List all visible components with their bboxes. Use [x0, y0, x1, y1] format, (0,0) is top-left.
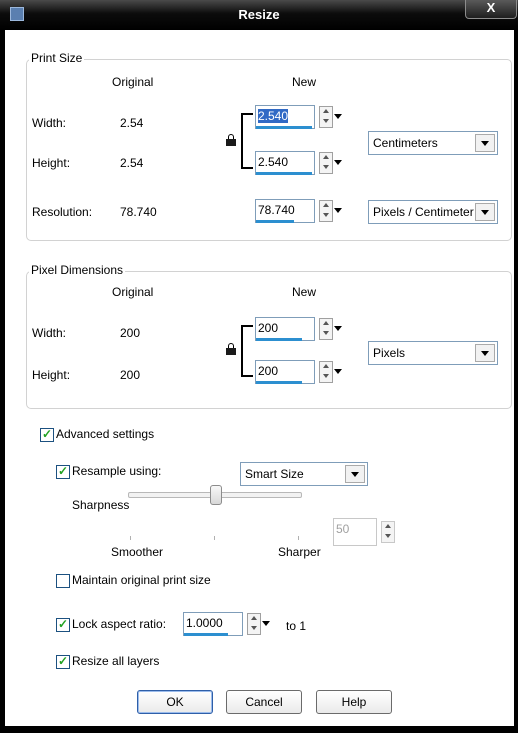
pixel-width-bar: [256, 338, 302, 341]
resample-method-select[interactable]: Smart Size: [240, 462, 368, 486]
lock-aspect-checkbox[interactable]: [56, 617, 70, 632]
print-height-spinner[interactable]: 2.540: [255, 151, 343, 175]
advanced-settings-label: Advanced settings: [56, 427, 155, 441]
chevron-down-icon[interactable]: [345, 465, 365, 483]
pixel-new-header: New: [292, 285, 317, 299]
print-lock-icon[interactable]: [226, 134, 236, 146]
pixel-width-dropdown-icon[interactable]: [334, 326, 342, 331]
pixel-height-bar: [256, 381, 302, 384]
title-bar[interactable]: Resize X: [0, 0, 518, 30]
print-height-bar: [256, 172, 312, 175]
pixel-width-arrows-icon[interactable]: [319, 318, 333, 340]
resolution-dropdown-icon[interactable]: [334, 208, 342, 213]
pixel-height-arrows-icon[interactable]: [319, 361, 333, 383]
print-height-arrows-icon[interactable]: [319, 152, 333, 174]
pixel-original-header: Original: [112, 285, 154, 299]
aspect-dropdown-icon[interactable]: [262, 621, 270, 626]
sharpness-slider-thumb[interactable]: [210, 485, 222, 505]
aspect-ratio-bar: [184, 633, 228, 636]
aspect-ratio-spinner[interactable]: 1.0000: [183, 612, 271, 636]
aspect-suffix: to 1: [286, 619, 307, 633]
print-height-label: Height:: [32, 156, 71, 170]
print-link-bracket: [241, 113, 253, 169]
pixel-height-label: Height:: [32, 368, 71, 382]
maintain-print-size-checkbox[interactable]: [56, 574, 70, 588]
pixel-height-spinner[interactable]: 200: [255, 360, 343, 384]
sharpness-arrows-icon: [381, 521, 395, 543]
print-width-arrows-icon[interactable]: [319, 106, 333, 128]
cancel-button[interactable]: Cancel: [226, 690, 302, 714]
resample-label: Resample using:: [72, 464, 162, 478]
print-width-bar: [256, 126, 312, 129]
window-title: Resize: [238, 7, 280, 22]
pixel-width-original: 200: [120, 326, 141, 340]
pixel-lock-icon[interactable]: [226, 343, 236, 355]
resolution-original: 78.740: [120, 205, 157, 219]
pixel-dimensions-legend: Pixel Dimensions: [29, 263, 126, 277]
pixel-unit-select[interactable]: Pixels: [368, 341, 498, 365]
print-unit-select[interactable]: Centimeters: [368, 131, 498, 155]
pixel-height-dropdown-icon[interactable]: [334, 369, 342, 374]
close-button[interactable]: X: [465, 0, 517, 19]
resolution-bar: [256, 220, 294, 223]
pixel-link-bracket: [241, 325, 253, 377]
sharpness-value-spinner: 50: [333, 518, 421, 546]
sharpness-label: Sharpness: [72, 498, 130, 512]
print-width-spinner[interactable]: 2.540: [255, 105, 343, 129]
resample-checkbox[interactable]: [56, 464, 70, 479]
resolution-label: Resolution:: [32, 205, 93, 219]
ok-button[interactable]: OK: [137, 690, 213, 714]
pixel-width-spinner[interactable]: 200: [255, 317, 343, 341]
slider-tick: [298, 536, 299, 540]
resize-dialog: Resize X Print Size Original New Width: …: [0, 0, 518, 733]
slider-tick: [214, 536, 215, 540]
print-width-dropdown-icon[interactable]: [334, 114, 342, 119]
help-button[interactable]: Help: [316, 690, 392, 714]
smoother-label: Smoother: [111, 545, 164, 559]
print-original-header: Original: [112, 75, 154, 89]
slider-tick: [130, 536, 131, 540]
aspect-arrows-icon[interactable]: [247, 613, 261, 635]
resolution-unit-select[interactable]: Pixels / Centimeter: [368, 200, 498, 224]
print-width-label: Width:: [32, 116, 67, 130]
resize-all-layers-label: Resize all layers: [72, 654, 160, 668]
print-height-dropdown-icon[interactable]: [334, 160, 342, 165]
lock-aspect-label: Lock aspect ratio:: [72, 617, 167, 631]
sharpness-value-input: 50: [333, 518, 377, 546]
chevron-down-icon[interactable]: [475, 203, 495, 221]
window-border-bottom: [0, 726, 518, 733]
chevron-down-icon[interactable]: [475, 344, 495, 362]
pixel-width-label: Width:: [32, 326, 67, 340]
sharper-label: Sharper: [278, 545, 321, 559]
print-width-original: 2.54: [120, 116, 144, 130]
advanced-settings-checkbox[interactable]: [40, 427, 54, 442]
pixel-height-original: 200: [120, 368, 141, 382]
resolution-spinner[interactable]: 78.740: [255, 199, 343, 223]
print-new-header: New: [292, 75, 317, 89]
maintain-print-size-label: Maintain original print size: [72, 573, 211, 587]
resolution-arrows-icon[interactable]: [319, 200, 333, 222]
chevron-down-icon[interactable]: [475, 134, 495, 152]
resize-all-layers-checkbox[interactable]: [56, 654, 70, 669]
print-height-original: 2.54: [120, 156, 144, 170]
print-size-legend: Print Size: [29, 51, 85, 65]
